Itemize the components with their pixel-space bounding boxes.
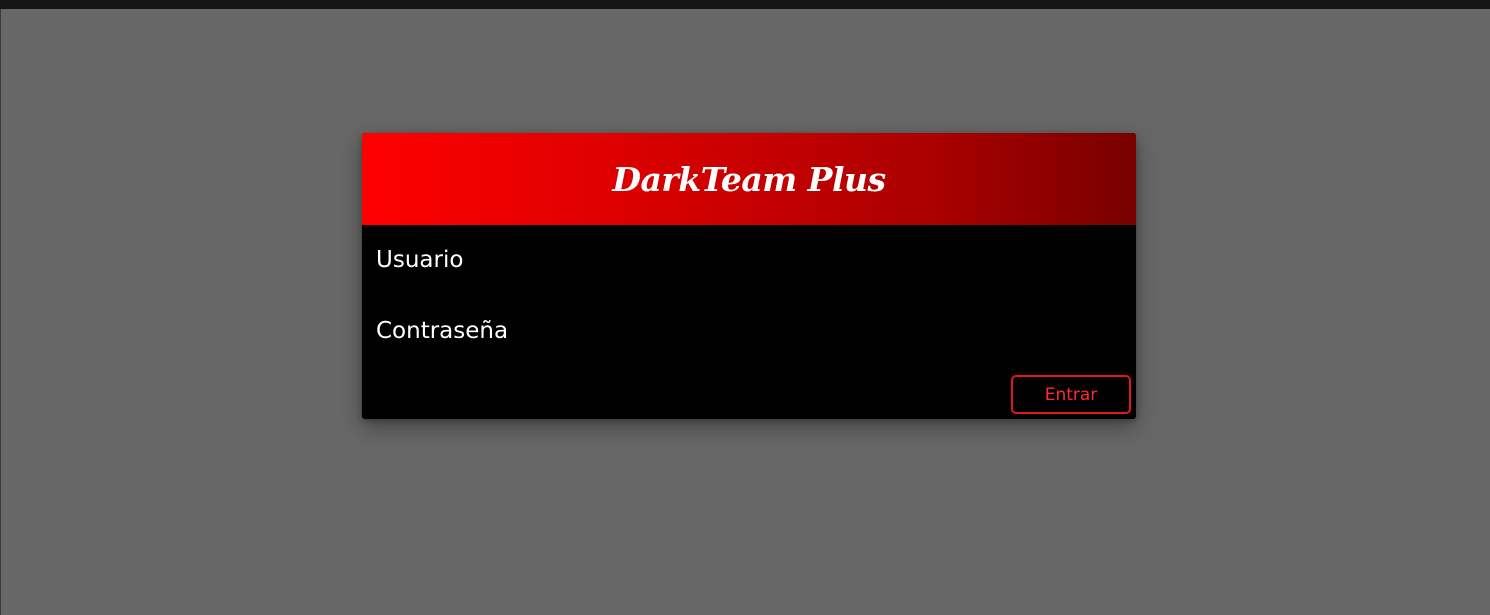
enter-button[interactable]: Entrar bbox=[1011, 375, 1131, 414]
login-header: DarkTeam Plus bbox=[362, 133, 1136, 225]
password-input[interactable] bbox=[376, 311, 1122, 351]
app-title: DarkTeam Plus bbox=[612, 159, 886, 199]
window-left-edge bbox=[0, 9, 1, 615]
window-top-bar bbox=[0, 0, 1490, 9]
username-input[interactable] bbox=[376, 240, 1122, 280]
login-card: DarkTeam Plus Entrar bbox=[362, 133, 1136, 419]
